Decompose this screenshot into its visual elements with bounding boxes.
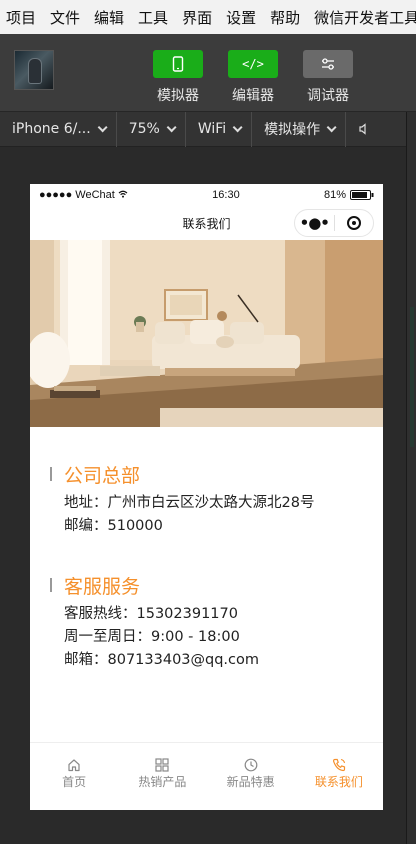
carrier: ●●●●● WeChat [39,189,128,201]
page-title: 联系我们 [182,216,231,231]
menu-item-view[interactable]: 界面 [182,7,212,28]
close-mini-program-button[interactable] [334,216,373,230]
toolbar: 模拟器 </> 编辑器 调试器 [0,34,416,112]
debugger-button[interactable] [303,50,353,78]
tab-bar: 首页 热销产品 新品特惠 联系我们 [30,742,383,810]
tab-hot-products[interactable]: 热销产品 [118,743,206,810]
battery: 81% [324,189,374,201]
status-time: 16:30 [212,189,240,201]
home-icon [68,759,80,772]
zoom-select[interactable]: 75% [117,111,186,147]
simulator-tool[interactable]: 模拟器 [143,50,213,105]
avatar[interactable] [14,50,54,90]
tab-home[interactable]: 首页 [30,743,118,810]
grid-icon [155,758,169,772]
banner-image [30,240,383,427]
tab-label: 联系我们 [314,775,363,789]
device-select[interactable]: iPhone 6/... [0,111,117,147]
network-value: WiFi [197,121,227,137]
menu-item-settings[interactable]: 设置 [226,7,256,28]
battery-icon [349,190,374,200]
side-panel-edge [406,112,416,844]
volume-button[interactable] [346,112,382,147]
simulator-label: 模拟器 [157,88,199,104]
email-text[interactable]: 邮箱：807133403@qq.com [64,649,383,672]
clock-icon [244,758,258,772]
heading-accent-bar [50,578,52,592]
tab-label: 首页 [62,775,87,789]
carrier-text: ●●●●● WeChat [39,189,115,201]
hours-text: 周一至周日：9:00 - 18:00 [64,629,240,645]
postcode-text: 邮编：510000 [64,518,163,534]
headquarters-section: 公司总部 地址：广州市白云区沙太路大源北28号 邮编：510000 [30,460,383,538]
section-heading: 公司总部 [50,460,383,488]
wifi-icon [118,190,128,198]
chevron-down-icon [166,121,177,132]
debugger-label: 调试器 [307,88,349,104]
network-select[interactable]: WiFi [186,111,253,147]
editor-tool[interactable]: </> 编辑器 [218,50,288,105]
menu-item-file[interactable]: 文件 [50,7,80,28]
menu-item-edit[interactable]: 编辑 [94,7,124,28]
tab-new-deals[interactable]: 新品特惠 [207,743,295,810]
section-title: 公司总部 [64,464,141,487]
tab-label: 热销产品 [138,775,187,789]
editor-button[interactable]: </> [228,50,278,78]
sliders-icon [322,58,334,70]
code-icon: </> [242,57,264,71]
section-title: 客服服务 [64,575,141,598]
device-value: iPhone 6/... [12,121,91,137]
chevron-down-icon [326,121,337,132]
zoom-value: 75% [128,121,160,137]
simulator-button[interactable] [153,50,203,78]
hotline-text[interactable]: 客服热线：15302391170 [64,603,383,626]
menu-item-devtools[interactable]: 微信开发者工具 [314,7,416,28]
menu-item-tools[interactable]: 工具 [138,7,168,28]
section-heading: 客服服务 [50,571,383,599]
tab-contact-us[interactable]: 联系我们 [295,743,383,810]
phone-device-icon [172,56,184,72]
more-icon[interactable]: •●• [295,214,334,232]
menu-item-help[interactable]: 帮助 [270,7,300,28]
heading-accent-bar [50,467,52,481]
battery-percent: 81% [323,189,346,201]
speaker-icon [359,123,366,135]
chevron-down-icon [97,121,108,132]
debugger-tool[interactable]: 调试器 [293,50,363,105]
phone-icon [332,758,345,772]
operation-value: 模拟操作 [264,122,321,138]
menu-item-project[interactable]: 项目 [6,7,36,28]
device-bar: iPhone 6/... 75% WiFi 模拟操作 [0,111,416,147]
status-bar: ●●●●● WeChat 16:30 81% [30,184,383,206]
capsule-menu: •●• [294,209,374,237]
operation-select[interactable]: 模拟操作 [252,111,347,147]
tab-label: 新品特惠 [226,775,275,789]
record-icon [346,216,361,230]
customer-service-section: 客服服务 客服热线：15302391170 周一至周日：9:00 - 18:00… [30,571,383,672]
nav-bar: 联系我们 •●• [30,206,383,240]
chevron-down-icon [232,121,243,132]
address-text: 地址：广州市白云区沙太路大源北28号 [64,495,315,511]
editor-label: 编辑器 [232,88,274,104]
menu-bar: 项目 文件 编辑 工具 界面 设置 帮助 微信开发者工具 [0,0,416,34]
phone-simulator: ●●●●● WeChat 16:30 81% 联系我们 •●• 公司总部 地址：… [30,184,383,810]
